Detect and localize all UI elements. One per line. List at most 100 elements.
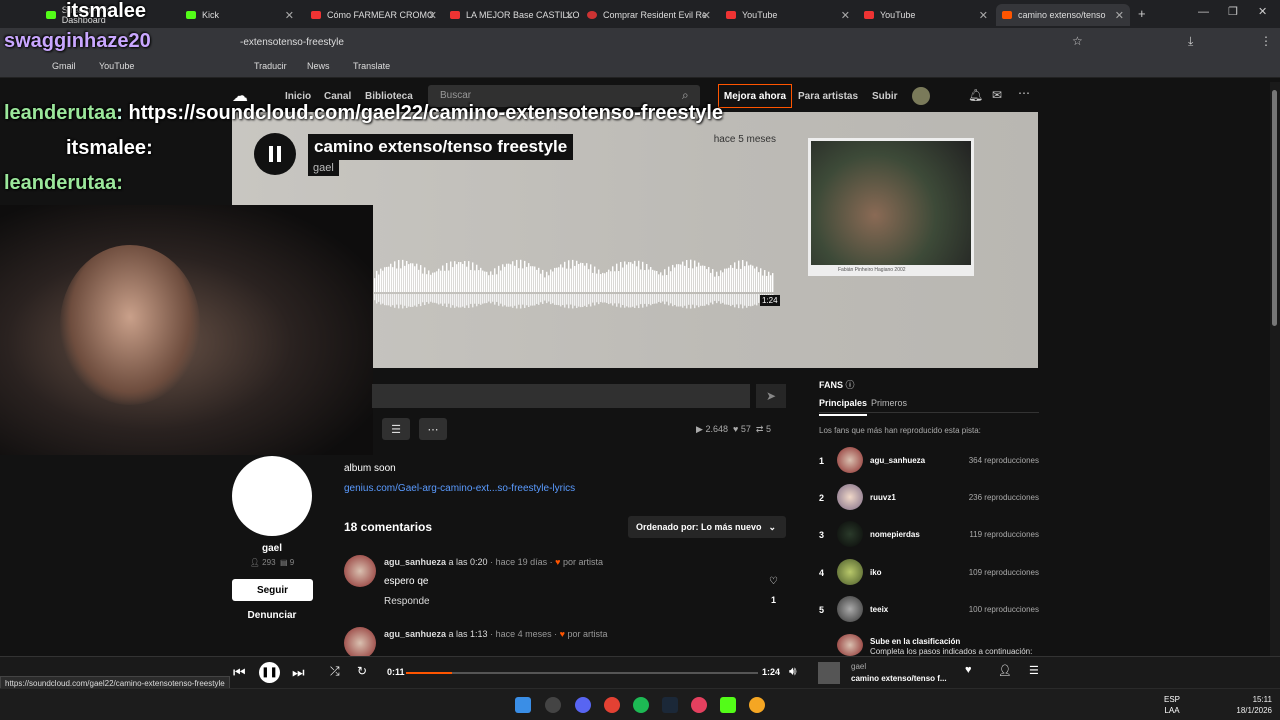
now-playing-artist[interactable]: gael [851, 662, 866, 671]
tab-youtube-3[interactable]: YouTube ✕ [720, 4, 856, 26]
upgrade-button[interactable]: Mejora ahora [718, 84, 792, 108]
app-icon[interactable] [691, 697, 707, 713]
fan-row[interactable]: 2 ruuvz1 236 reproducciones [819, 484, 1039, 512]
star-icon[interactable]: ☆ [1072, 34, 1083, 48]
volume-icon[interactable]: 🔊︎ [789, 664, 797, 679]
waveform[interactable] [374, 252, 778, 324]
follow-artist-icon[interactable]: 👤︎ [998, 664, 1012, 677]
lyrics-link[interactable]: genius.com/Gael-arg-camino-ext...so-free… [344, 483, 575, 494]
nav-para-artistas[interactable]: Para artistas [798, 91, 858, 102]
fan-avatar[interactable] [837, 559, 863, 585]
fan-rank: 2 [819, 493, 825, 503]
sort-dropdown[interactable]: Ordenado por: Lo más nuevo ⌄ [628, 516, 786, 538]
follow-button[interactable]: Seguir [232, 579, 313, 601]
now-playing-title[interactable]: camino extenso/tenso f... [851, 674, 947, 683]
progress-bar[interactable] [406, 672, 758, 674]
fan-avatar[interactable] [837, 521, 863, 547]
artist-name[interactable]: gael [232, 543, 312, 554]
shuffle-icon[interactable]: ⤮ [330, 664, 340, 679]
youtube-icon [864, 11, 874, 19]
download-icon[interactable]: ⤓ [1188, 34, 1193, 49]
fan-avatar[interactable] [837, 447, 863, 473]
fan-rank: 1 [819, 456, 825, 466]
fan-avatar[interactable] [837, 596, 863, 622]
fan-name[interactable]: nomepierdas [870, 530, 920, 539]
track-stats: ▶ 2.648 ♥ 57 ⇄ 5 [696, 424, 771, 435]
tab-youtube-4[interactable]: YouTube ✕ [858, 4, 994, 26]
next-icon[interactable]: ⏭ [292, 664, 305, 681]
comment-input[interactable] [372, 384, 750, 408]
tab-primeros[interactable]: Primeros [871, 398, 907, 408]
send-icon[interactable]: ➤ [756, 384, 786, 408]
windows-taskbar: ESP LAA 15:11 18/1/2026 [0, 688, 1280, 720]
steam-overlay-icon[interactable] [545, 697, 561, 713]
comment-avatar[interactable] [344, 627, 376, 659]
repeat-icon[interactable]: ↻ [357, 664, 367, 678]
artist-avatar[interactable] [232, 456, 312, 536]
add-to-playlist-button[interactable]: ☰ [382, 418, 410, 440]
start-icon[interactable] [515, 697, 531, 713]
maximize-icon[interactable]: ❐ [1228, 5, 1238, 18]
fan-plays: 100 reproducciones [968, 605, 1039, 614]
bell-icon[interactable]: 🔔︎ [968, 88, 983, 102]
spotify-icon[interactable] [633, 697, 649, 713]
previous-icon[interactable]: ⏮ [233, 664, 246, 681]
app-icon[interactable] [749, 697, 765, 713]
fan-avatar[interactable] [837, 484, 863, 510]
fan-row[interactable]: 4 iko 109 reproducciones [819, 559, 1039, 587]
discord-icon[interactable] [575, 697, 591, 713]
report-link[interactable]: Denunciar [232, 610, 312, 621]
reply-button[interactable]: Responde [384, 596, 430, 607]
clock[interactable]: 15:11 18/1/2026 [1236, 694, 1272, 716]
menu-icon[interactable]: ⋮ [1260, 34, 1272, 48]
queue-icon[interactable]: ☰ [1029, 664, 1039, 677]
tab-soundcloud[interactable]: camino extenso/tenso ✕ [996, 4, 1130, 26]
streamer-face [60, 245, 200, 405]
progress-fill [406, 672, 452, 674]
avatar[interactable] [912, 87, 930, 105]
repost-count: 5 [765, 424, 771, 434]
fan-row[interactable]: 5 teeix 100 reproducciones [819, 596, 1039, 624]
language-indicator[interactable]: ESP LAA [1164, 694, 1180, 716]
nav-subir[interactable]: Subir [872, 91, 898, 102]
fan-name[interactable]: agu_sanhueza [870, 456, 925, 465]
fans-title: FANS ⓘ [819, 380, 855, 390]
close-icon[interactable]: ✕ [702, 9, 711, 22]
duration-marker: 1:24 [760, 295, 780, 306]
chrome-icon[interactable] [604, 697, 620, 713]
fan-rank: 4 [819, 568, 825, 578]
more-button[interactable]: ⋯ [419, 418, 447, 440]
scrollbar[interactable] [1270, 82, 1280, 656]
comment-like-icon[interactable]: ♡ [769, 576, 778, 587]
new-tab-icon[interactable]: + [1138, 6, 1146, 21]
fan-name[interactable]: teeix [870, 605, 888, 614]
fans-subtitle: Los fans que más han reproducido esta pi… [819, 426, 981, 435]
more-icon[interactable]: ⋯ [1018, 86, 1030, 100]
fan-row[interactable]: 1 agu_sanhueza 364 reproducciones [819, 447, 1039, 475]
close-icon[interactable]: ✕ [841, 9, 850, 22]
like-icon[interactable]: ♥ [965, 664, 972, 676]
mail-icon[interactable]: ✉ [992, 88, 1002, 102]
close-icon[interactable]: ✕ [1115, 9, 1124, 22]
player-pause-button[interactable]: ❚❚ [259, 662, 280, 683]
fan-name[interactable]: ruuvz1 [870, 493, 896, 502]
cover-art: Fabián Pinheiro Hagiano 2002 [808, 138, 974, 276]
close-window-icon[interactable]: ✕ [1258, 5, 1267, 18]
scrollbar-thumb[interactable] [1272, 90, 1277, 326]
art-caption: Fabián Pinheiro Hagiano 2002 [838, 267, 906, 273]
comment-avatar[interactable] [344, 555, 376, 587]
fan-row[interactable]: 3 nomepierdas 119 reproducciones [819, 521, 1039, 549]
tab-principales[interactable]: Principales [819, 398, 868, 416]
total-duration: 1:24 [762, 667, 781, 677]
search-icon[interactable]: ⌕ [682, 88, 689, 103]
steam-icon[interactable] [662, 697, 678, 713]
current-time: 0:11 [387, 667, 405, 677]
now-playing-thumb[interactable] [818, 662, 840, 684]
fan-plays: 236 reproducciones [968, 493, 1039, 502]
minimize-icon[interactable]: — [1198, 6, 1209, 18]
kick-icon[interactable] [720, 697, 736, 713]
play-count-icon: ▶ [696, 424, 703, 434]
close-icon[interactable]: ✕ [979, 9, 988, 22]
chat-line: itsmalee: [66, 137, 153, 159]
fan-name[interactable]: iko [870, 568, 882, 577]
